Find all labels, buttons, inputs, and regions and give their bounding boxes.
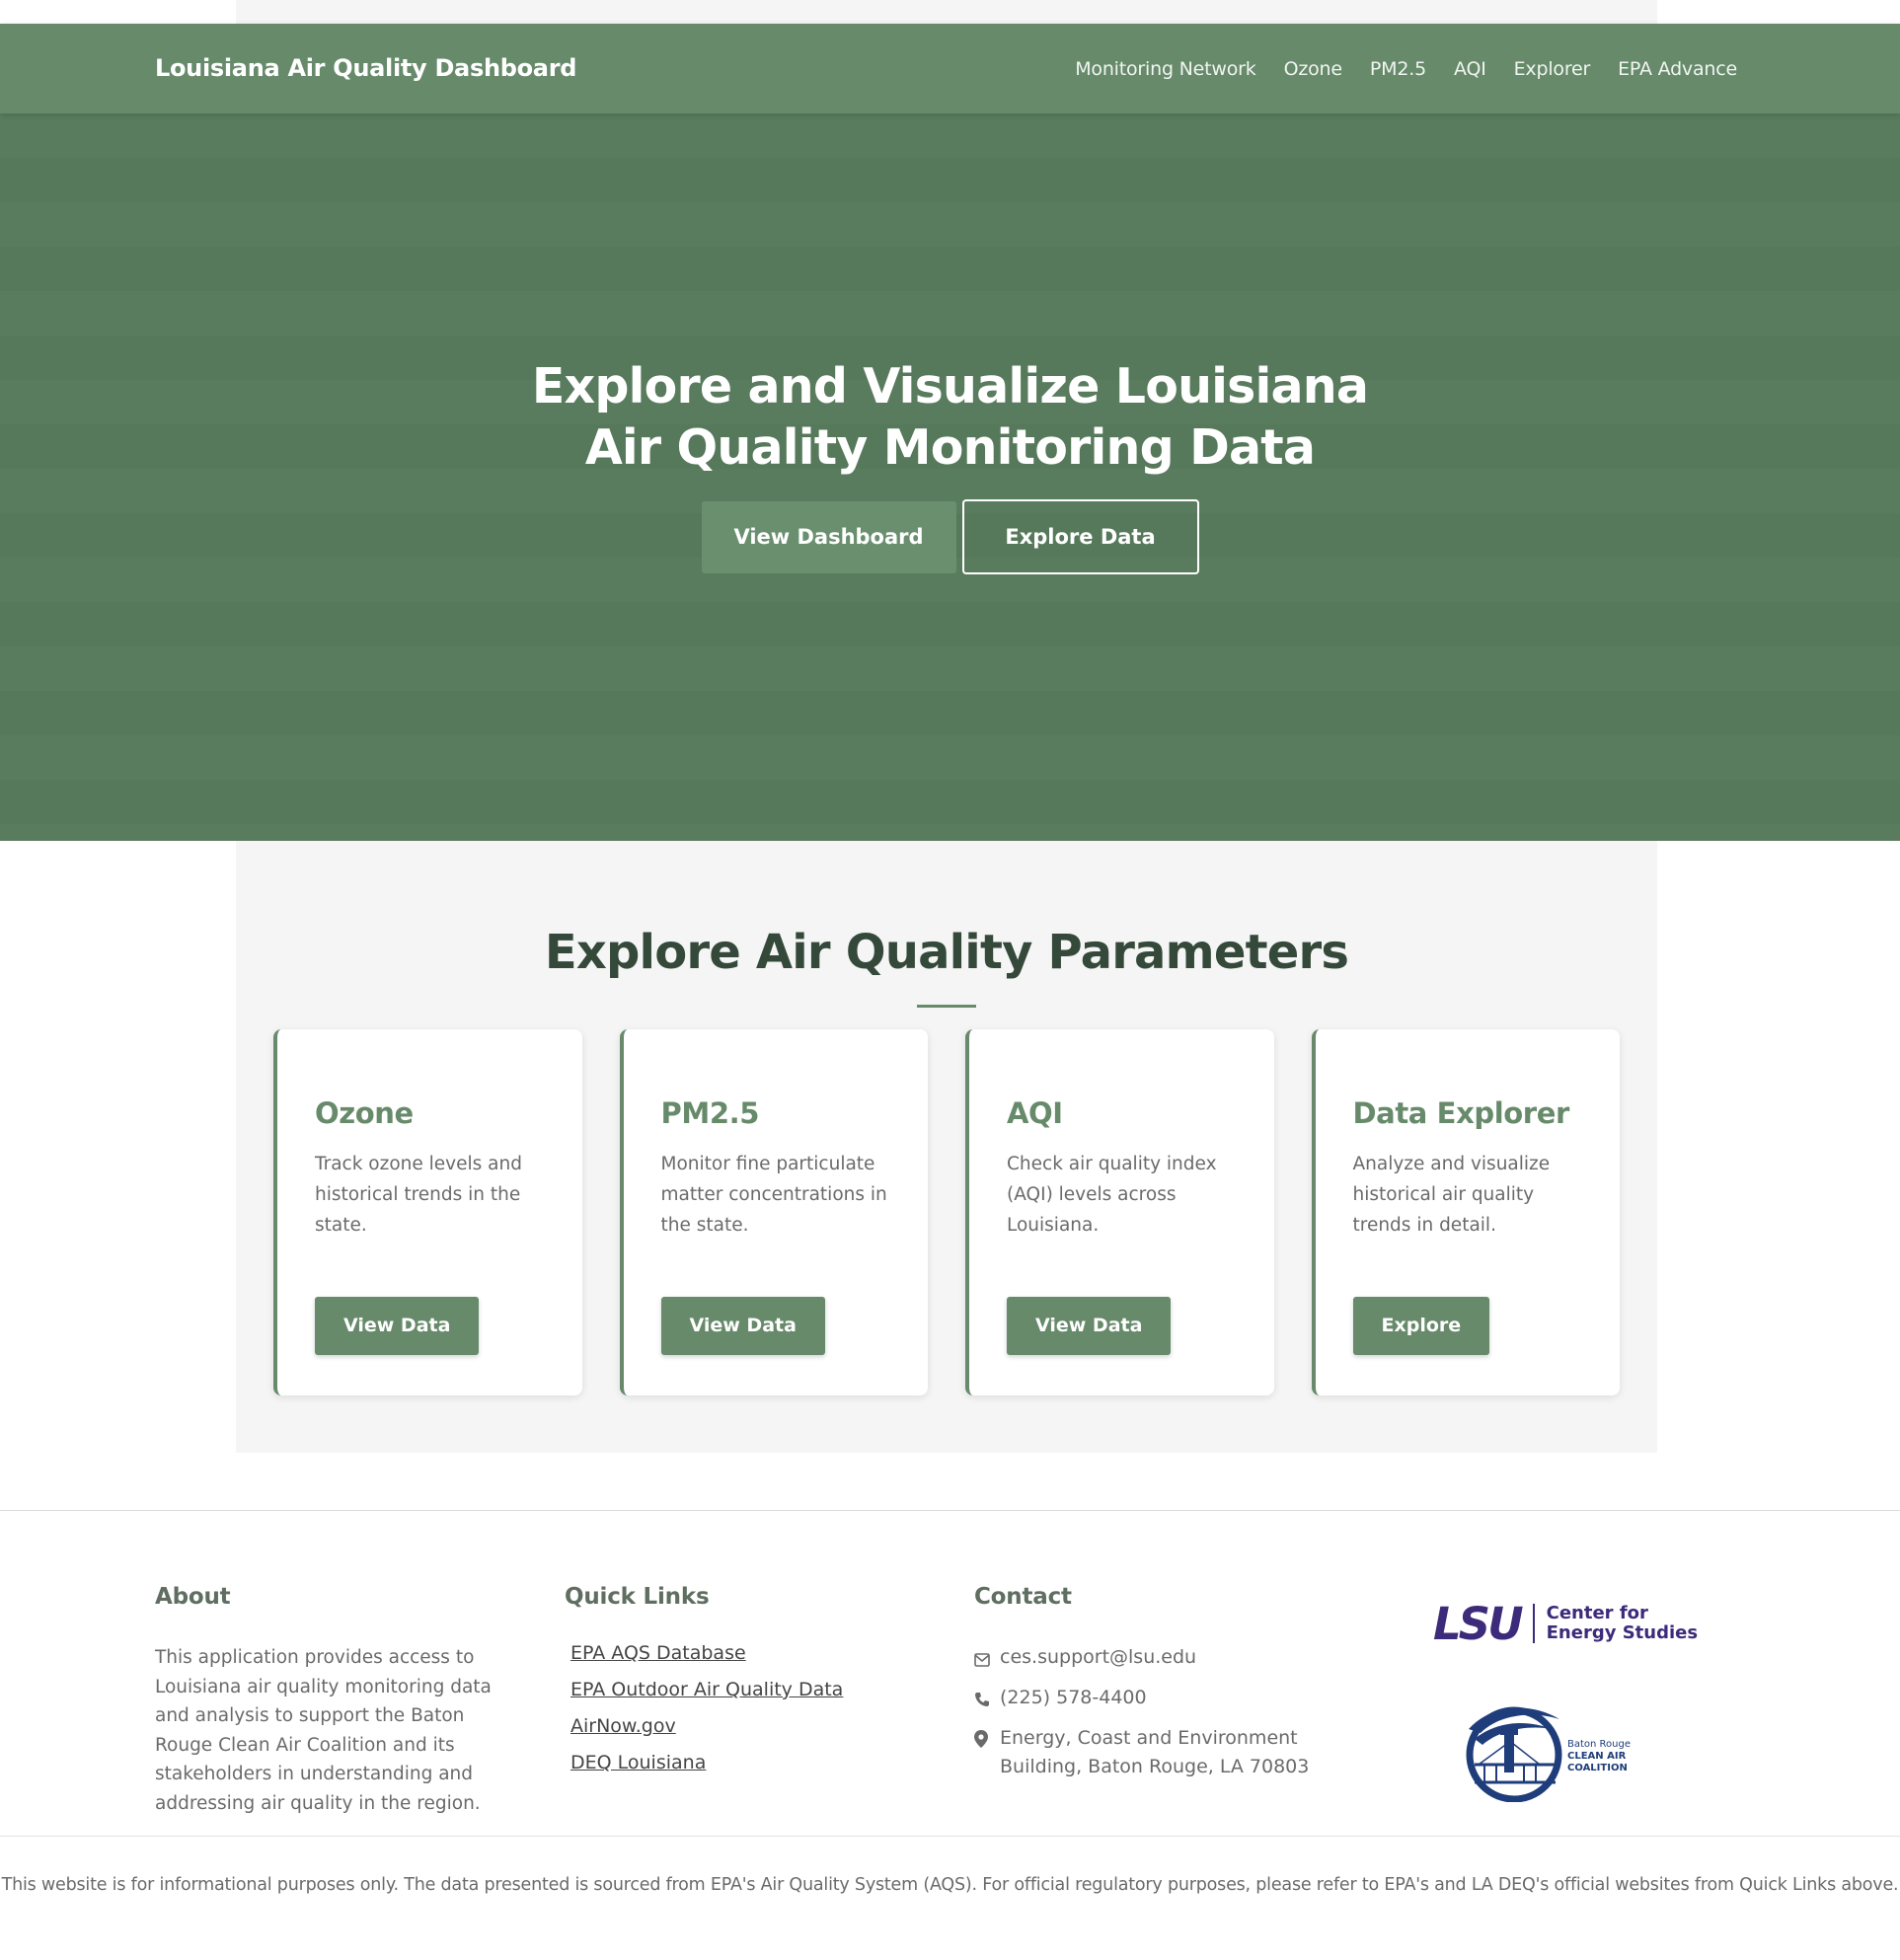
lsu-text-line2: Energy Studies [1546,1622,1699,1643]
ozone-view-data-button[interactable]: View Data [315,1297,480,1355]
card-title: Data Explorer [1352,1096,1570,1130]
link-epa-outdoor-air-quality[interactable]: EPA Outdoor Air Quality Data [570,1672,843,1708]
explorer-explore-button[interactable]: Explore [1352,1297,1490,1355]
parameters-heading: Explore Air Quality Parameters [544,925,1349,980]
card-aqi: AQI Check air quality index (AQI) levels… [965,1029,1274,1395]
contact-phone: (225) 578-4400 [974,1684,1316,1716]
lsu-logo-separator [1532,1604,1535,1643]
coalition-text-line1: Baton Rouge [1567,1739,1631,1750]
nav-epa-advance[interactable]: EPA Advance [1618,58,1737,80]
navbar: Louisiana Air Quality Dashboard Monitori… [0,24,1900,113]
contact-email: ces.support@lsu.edu [974,1643,1316,1676]
card-description: Track ozone levels and historical trends… [315,1154,522,1236]
about-text: This application provides access to Loui… [155,1647,492,1814]
phone-icon [974,1684,994,1716]
contact-address: Energy, Coast and Environment Building, … [974,1724,1316,1781]
card-pm25: PM2.5 Monitor fine particulate matter co… [619,1029,928,1395]
nav-links: Monitoring Network Ozone PM2.5 AQI Explo… [1075,24,1737,113]
bottom-divider [0,1836,1900,1837]
contact-heading: Contact [974,1584,1072,1610]
lsu-ces-text: Center for Energy Studies [1547,1604,1698,1643]
card-title: PM2.5 [660,1096,760,1130]
card-data-explorer: Data Explorer Analyze and visualize hist… [1311,1029,1620,1395]
link-airnow[interactable]: AirNow.gov [570,1708,843,1745]
nav-explorer[interactable]: Explorer [1514,58,1591,80]
contact-address-text: Energy, Coast and Environment Building, … [1000,1727,1310,1777]
hero-buttons: View Dashboard Explore Data [0,499,1900,574]
quick-links-heading: Quick Links [565,1584,710,1610]
envelope-icon [974,1643,994,1676]
hero-title: Explore and Visualize Louisiana Air Qual… [531,358,1369,476]
link-deq-louisiana[interactable]: DEQ Louisiana [570,1745,843,1781]
lsu-wordmark: LSU [1433,1597,1524,1650]
coalition-emblem-icon [1466,1706,1562,1803]
footer-divider [0,1510,1900,1511]
top-strip [236,0,1657,24]
card-description: Check air quality index (AQI) levels acr… [1007,1154,1217,1236]
card-title: Ozone [315,1096,414,1130]
nav-aqi[interactable]: AQI [1454,58,1486,80]
hero-section: Explore and Visualize Louisiana Air Qual… [0,113,1900,841]
nav-ozone[interactable]: Ozone [1284,58,1342,80]
aqi-view-data-button[interactable]: View Data [1007,1297,1172,1355]
card-description: Analyze and visualize historical air qua… [1352,1154,1551,1236]
pm25-view-data-button[interactable]: View Data [660,1297,825,1355]
footer-contact: Contact ces.support@lsu.edu (225) 578-44… [974,1584,1316,1789]
explore-data-button[interactable]: Explore Data [961,499,1199,574]
lsu-ces-logo: LSU Center for Energy Studies [1433,1597,1698,1650]
card-ozone: Ozone Track ozone levels and historical … [273,1029,582,1395]
coalition-text-line2: CLEAN AIR COALITION [1567,1751,1628,1773]
map-marker-icon [974,1724,994,1757]
contact-email-text[interactable]: ces.support@lsu.edu [1000,1643,1196,1672]
contact-phone-text[interactable]: (225) 578-4400 [1000,1684,1147,1712]
view-dashboard-button[interactable]: View Dashboard [701,501,956,573]
card-title: AQI [1007,1096,1063,1130]
nav-monitoring-network[interactable]: Monitoring Network [1075,58,1256,80]
about-heading: About [155,1584,231,1610]
footer-quick-links: Quick Links EPA AQS Database EPA Outdoor… [565,1584,843,1781]
clean-air-coalition-logo: Baton Rouge CLEAN AIR COALITION [1461,1699,1678,1803]
nav-pm25[interactable]: PM2.5 [1370,58,1426,80]
parameter-cards: Ozone Track ozone levels and historical … [273,1029,1620,1395]
footer-about: About This application provides access t… [155,1584,495,1818]
parameters-section: Explore Air Quality Parameters Ozone Tra… [236,841,1657,1453]
link-epa-aqs-database[interactable]: EPA AQS Database [570,1635,843,1672]
coalition-text: Baton Rouge CLEAN AIR COALITION [1567,1739,1678,1774]
disclaimer-text: This website is for informational purpos… [1,1875,1899,1895]
heading-divider [917,1005,976,1008]
lsu-text-line1: Center for [1546,1603,1648,1623]
brand-link[interactable]: Louisiana Air Quality Dashboard [155,24,576,113]
card-description: Monitor fine particulate matter concentr… [660,1154,887,1236]
